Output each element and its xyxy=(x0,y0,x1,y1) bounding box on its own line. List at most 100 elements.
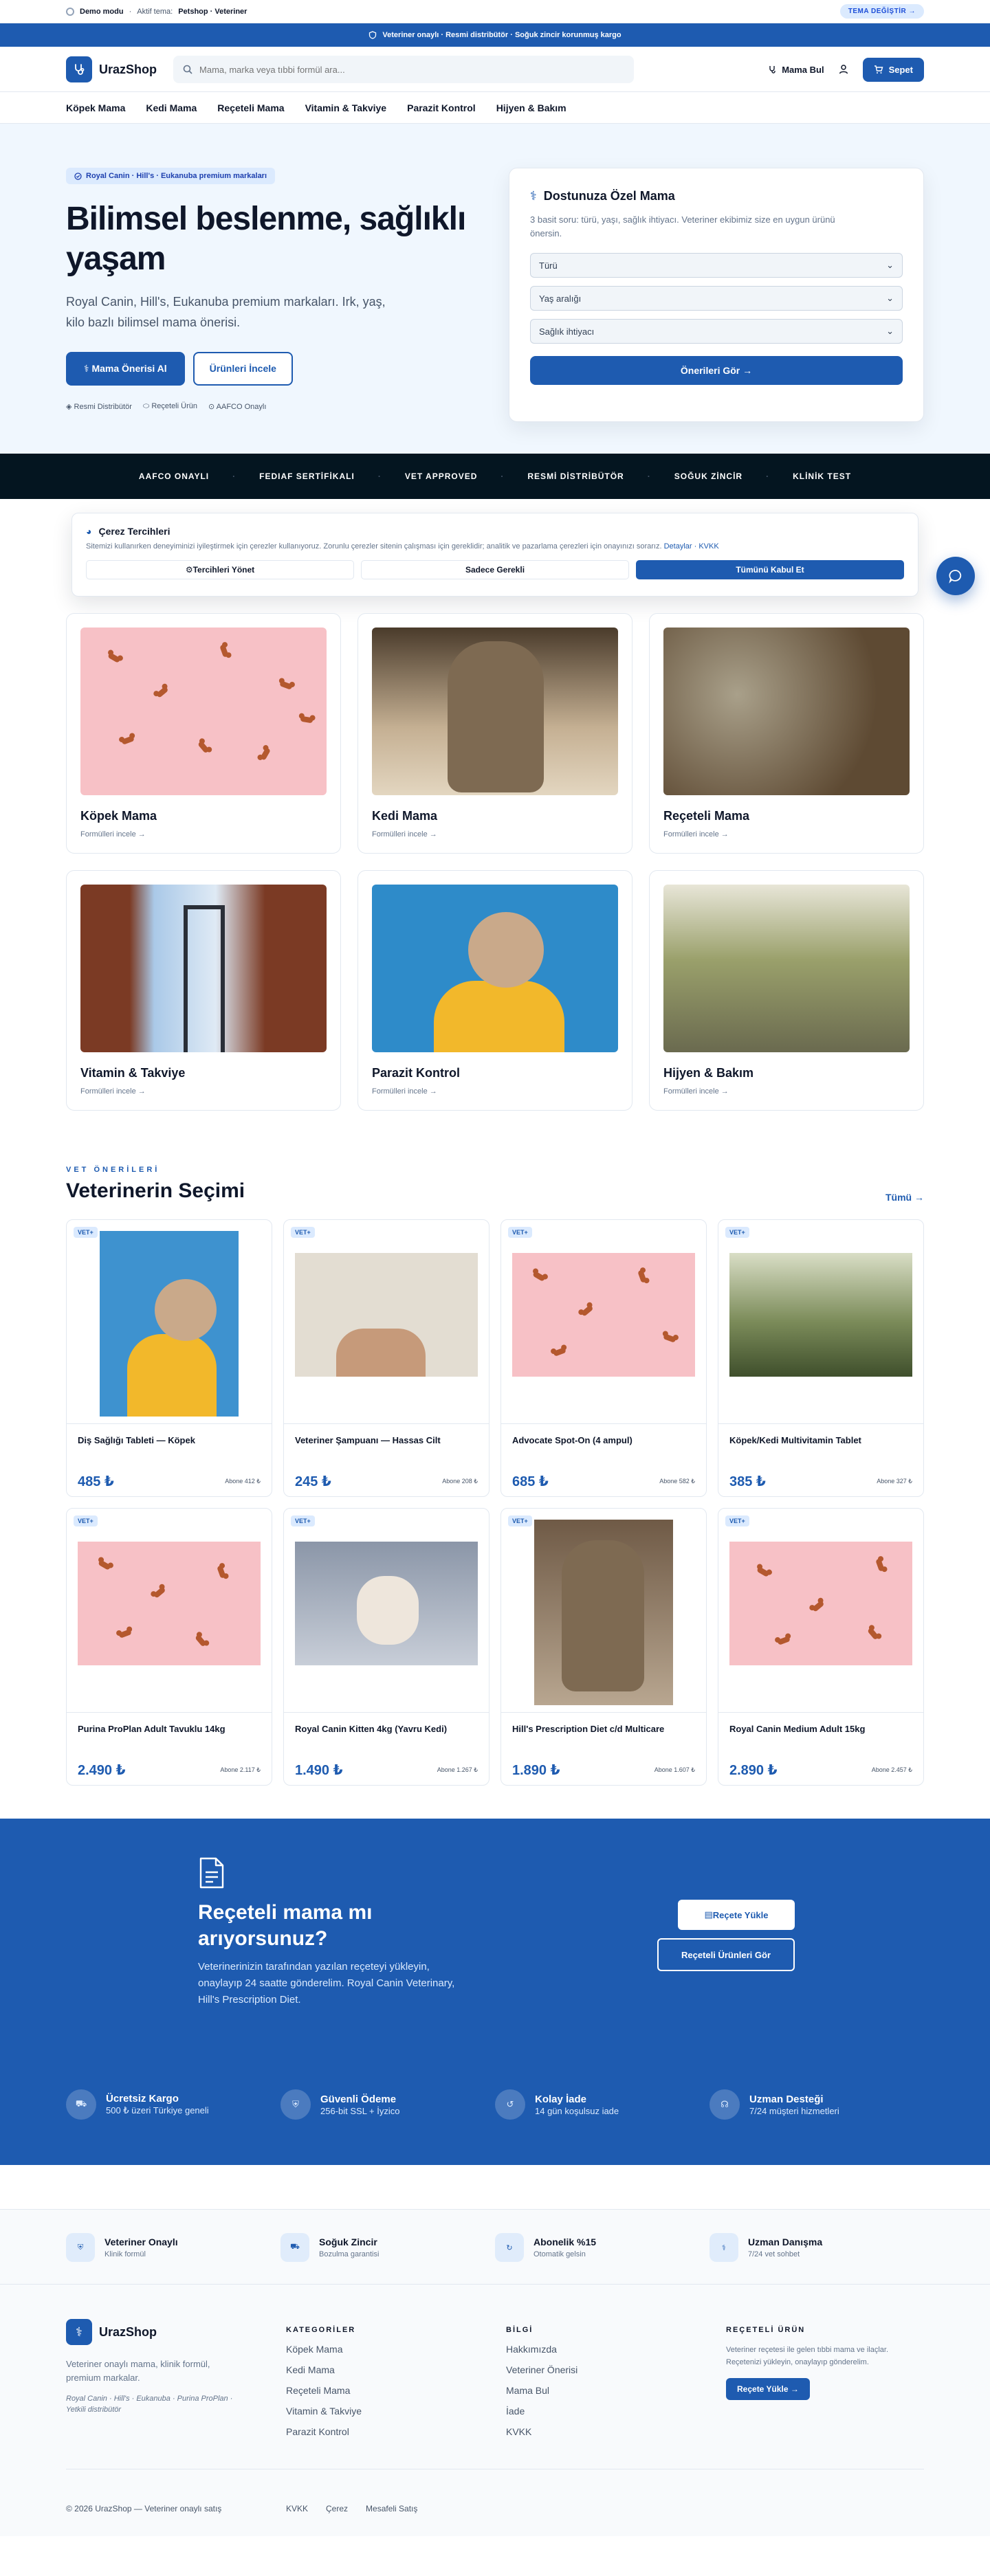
trust-title: Veteriner Onaylı xyxy=(104,2236,178,2247)
cart-icon xyxy=(874,65,883,74)
trust-sub: Bozulma garantisi xyxy=(319,2250,380,2258)
subscription-price: Abone 2.457 ₺ xyxy=(871,1766,912,1773)
nav-item-vitamin[interactable]: Vitamin & Takviye xyxy=(305,102,387,113)
category-link[interactable]: Formülleri incele → xyxy=(80,830,327,839)
cert-fediaf: FEDIAF SERTİFİKALI xyxy=(259,471,355,481)
search-box[interactable] xyxy=(173,56,635,83)
product-card[interactable]: VET+ Köpek/Kedi Multivitamin Tablet 385 ₺… xyxy=(718,1219,924,1497)
stethoscope-icon xyxy=(66,56,92,82)
footer-link[interactable]: KVKK xyxy=(506,2426,726,2437)
category-link[interactable]: Formülleri incele → xyxy=(372,830,618,839)
theme-switch-button[interactable]: TEMA DEĞİŞTİR → xyxy=(839,4,924,19)
site-footer: ⚕ UrazShop Veteriner onaylı mama, klinik … xyxy=(0,2285,990,2536)
product-card[interactable]: VET+ Purina ProPlan Adult Tavuklu 14kg 2.… xyxy=(66,1508,272,1786)
shield-icon: ⛨ xyxy=(280,2089,311,2120)
category-link[interactable]: Formülleri incele → xyxy=(80,1087,327,1096)
demo-mode-label: Demo modu xyxy=(80,7,124,16)
feature-sub: 500 ₺ üzeri Türkiye geneli xyxy=(106,2105,209,2116)
footer-link[interactable]: Vitamin & Takviye xyxy=(286,2406,506,2417)
manage-cookies-button[interactable]: ⚙ Tercihleri Yönet xyxy=(86,560,354,579)
view-all-link[interactable]: Tümü → xyxy=(886,1192,924,1203)
nav-item-parazit[interactable]: Parazit Kontrol xyxy=(407,102,476,113)
footer-bottom-link[interactable]: KVKK xyxy=(286,2504,308,2513)
product-image xyxy=(729,1542,912,1665)
product-card[interactable]: VET+ Advocate Spot-On (4 ampul) 685 ₺ Abon… xyxy=(500,1219,707,1497)
product-price: 485 ₺ xyxy=(78,1474,114,1489)
category-link[interactable]: Formülleri incele → xyxy=(663,830,910,839)
category-card[interactable]: Reçeteli Mama Formülleri incele → xyxy=(649,613,924,854)
stethoscope-icon: ⚕ xyxy=(84,363,92,374)
product-card[interactable]: VET+ Veteriner Şampuanı — Hassas Cilt 245… xyxy=(283,1219,490,1497)
trust-title: Soğuk Zincir xyxy=(319,2236,377,2247)
footer-logo[interactable]: ⚕ UrazShop xyxy=(66,2319,286,2345)
product-card[interactable]: VET+ Hill's Prescription Diet c/d Multic… xyxy=(500,1508,707,1786)
category-card[interactable]: Kedi Mama Formülleri incele → xyxy=(358,613,632,854)
nav-item-hijyen[interactable]: Hijyen & Bakım xyxy=(496,102,566,113)
browse-products-button[interactable]: Ürünleri İncele xyxy=(192,352,293,386)
product-card[interactable]: VET+ Royal Canin Medium Adult 15kg 2.890 … xyxy=(718,1508,924,1786)
category-link[interactable]: Formülleri incele → xyxy=(372,1087,618,1096)
badge-aafco: ⊙ AAFCO Onaylı xyxy=(208,402,266,411)
category-link[interactable]: Formülleri incele → xyxy=(663,1087,910,1096)
chat-button[interactable] xyxy=(936,557,975,595)
logo[interactable]: UrazShop xyxy=(66,56,157,82)
feature-title: Ücretsiz Kargo xyxy=(106,2093,179,2105)
product-card[interactable]: VET+ Royal Canin Kitten 4kg (Yavru Kedi)… xyxy=(283,1508,490,1786)
product-name: Advocate Spot-On (4 ampul) xyxy=(512,1435,632,1445)
upload-prescription-label: Reçete Yükle xyxy=(712,1909,769,1920)
category-card[interactable]: Parazit Kontrol Formülleri incele → xyxy=(358,870,632,1111)
category-title: Hijyen & Bakım xyxy=(663,1066,754,1080)
footer-link[interactable]: Reçeteli Mama xyxy=(286,2385,506,2396)
find-food-link[interactable]: Mama Bul xyxy=(768,65,824,75)
cert-vet-approved: VET APPROVED xyxy=(404,471,478,481)
footer-bottom-link[interactable]: Çerez xyxy=(326,2504,348,2513)
footer-link[interactable]: Mama Bul xyxy=(506,2385,726,2396)
species-select[interactable]: Türü ⌄ xyxy=(530,253,903,278)
nav-item-kedi-mama[interactable]: Kedi Mama xyxy=(146,102,197,113)
search-input[interactable] xyxy=(199,64,625,75)
section-eyebrow: VET ÖNERİLERİ xyxy=(66,1166,160,1174)
truck-icon: ⛟ xyxy=(66,2089,96,2120)
footer-upload-button[interactable]: Reçete Yükle → xyxy=(726,2378,810,2400)
trust-row: ⛨ Veteriner Onaylı Klinik formül ⛟ Soğuk Zi… xyxy=(0,2209,990,2285)
food-advice-label: Mama Önerisi Al xyxy=(91,363,167,374)
cart-button[interactable]: Sepet xyxy=(862,57,924,82)
vet-badge: VET+ xyxy=(725,1515,749,1526)
prescription-section: Reçeteli mama mı arıyorsunuz? Veterineri… xyxy=(0,1819,990,2165)
product-image xyxy=(512,1253,695,1377)
vet-badge: VET+ xyxy=(74,1227,98,1238)
product-price: 2.490 ₺ xyxy=(78,1763,126,1778)
upload-prescription-button[interactable]: ▤ Reçete Yükle xyxy=(678,1900,795,1930)
product-card[interactable]: VET+ Diş Sağlığı Tableti — Köpek 485 ₺ Abo… xyxy=(66,1219,272,1497)
product-name: Royal Canin Kitten 4kg (Yavru Kedi) xyxy=(295,1724,448,1734)
trust-title: Uzman Danışma xyxy=(748,2236,823,2247)
vet-picks-section: VET ÖNERİLERİ Veterinerin Seçimi Tümü → … xyxy=(0,1111,990,1819)
footer-link[interactable]: Veteriner Önerisi xyxy=(506,2364,726,2375)
food-advice-button[interactable]: ⚕ Mama Önerisi Al xyxy=(66,352,185,386)
user-icon[interactable] xyxy=(838,64,849,75)
cookie-details-link[interactable]: Detaylar · KVKK xyxy=(664,542,719,551)
category-card[interactable]: Vitamin & Takviye Formülleri incele → xyxy=(66,870,341,1111)
category-card[interactable]: Hijyen & Bakım Formülleri incele → xyxy=(649,870,924,1111)
prescription-products-button[interactable]: Reçeteli Ürünleri Gör xyxy=(657,1938,795,1971)
category-card[interactable]: Köpek Mama Formülleri incele → xyxy=(66,613,341,854)
product-name: Royal Canin Medium Adult 15kg xyxy=(729,1724,866,1734)
necessary-only-button[interactable]: Sadece Gerekli xyxy=(361,560,629,579)
product-price: 685 ₺ xyxy=(512,1474,549,1489)
age-select[interactable]: Yaş aralığı ⌄ xyxy=(530,286,903,311)
accept-all-button[interactable]: Tümünü Kabul Et xyxy=(636,560,904,579)
product-grid: VET+ Diş Sağlığı Tableti — Köpek 485 ₺ Abo… xyxy=(66,1219,924,1786)
footer-link[interactable]: Hakkımızda xyxy=(506,2344,726,2355)
see-recommendations-button[interactable]: Önerileri Gör → xyxy=(530,356,903,385)
health-select[interactable]: Sağlık ihtiyacı ⌄ xyxy=(530,319,903,344)
badge-prescription: ⬭ Reçeteli Ürün xyxy=(143,402,197,411)
nav-item-receteli-mama[interactable]: Reçeteli Mama xyxy=(217,102,284,113)
footer-link[interactable]: Kedi Mama xyxy=(286,2364,506,2375)
cart-label: Sepet xyxy=(888,64,913,75)
footer-heading-prescription: REÇETELİ ÜRÜN xyxy=(726,2326,806,2334)
nav-item-kopek-mama[interactable]: Köpek Mama xyxy=(66,102,125,113)
footer-link[interactable]: Parazit Kontrol xyxy=(286,2426,506,2437)
footer-bottom-link[interactable]: Mesafeli Satış xyxy=(366,2504,417,2513)
footer-link[interactable]: Köpek Mama xyxy=(286,2344,506,2355)
footer-link[interactable]: İade xyxy=(506,2406,726,2417)
